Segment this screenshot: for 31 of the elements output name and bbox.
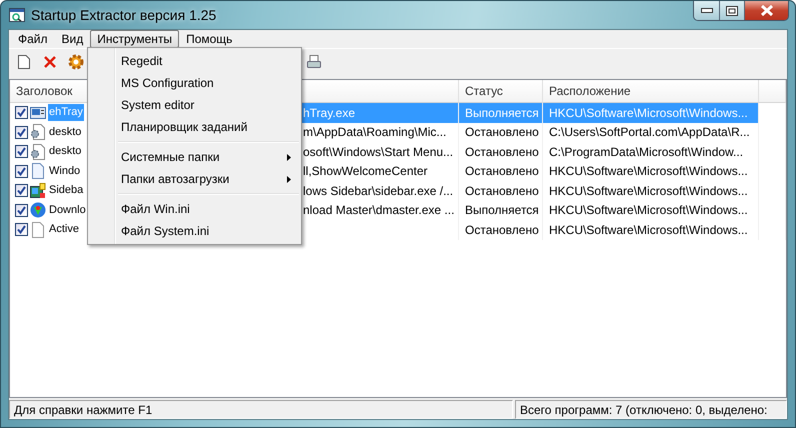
table-cell: C:\ProgramData\Microsoft\Window...: [549, 144, 744, 159]
table-cell: osoft\Windows\Start Menu...: [303, 144, 454, 159]
window-title: Startup Extractor версия 1.25: [31, 7, 218, 23]
menu-option-label: Планировщик заданий: [121, 120, 248, 134]
menu-option-label: Regedit: [121, 54, 162, 68]
menu-option-label: Файл System.ini: [121, 224, 210, 238]
table-cell: Остановлено: [465, 164, 539, 178]
table-cell: ll,ShowWelcomeCenter: [303, 164, 428, 178]
table-cell: HKCU\Software\Microsoft\Windows...: [549, 106, 748, 120]
table-cell: HKCU\Software\Microsoft\Windows...: [549, 164, 748, 178]
table-cell: m\AppData\Roaming\Mic...: [303, 125, 446, 140]
table-cell: Остановлено: [465, 125, 539, 140]
menu-option-label: Файл Win.ini: [121, 202, 190, 216]
table-cell: HKCU\Software\Microsoft\Windows...: [549, 184, 748, 198]
table-cell: C:\Users\SoftPortal.com\AppData\R...: [549, 125, 750, 140]
table-cell: HKCU\Software\Microsoft\Windows...: [549, 222, 748, 237]
table-cell: HKCU\Software\Microsoft\Windows...: [549, 203, 748, 218]
table-cell: hTray.exe: [303, 106, 356, 120]
table-cell: nload Master\dmaster.exe ...: [303, 203, 454, 218]
menu-option-label: System editor: [121, 98, 194, 112]
menu-option-label: MS Configuration: [121, 76, 214, 90]
table-cell: lows Sidebar\sidebar.exe /...: [303, 184, 454, 198]
status-text: Всего программ: 7 (отключено: 0, выделено:: [515, 400, 787, 419]
table-cell: Выполняется: [465, 203, 539, 218]
table-cell: Выполняется: [465, 106, 539, 120]
table-cell: Остановлено: [465, 144, 539, 159]
table-cell: Остановлено: [465, 184, 539, 198]
status-text: Для справки нажмите F1: [9, 400, 513, 419]
menu-option-label: Системные папки: [121, 150, 220, 164]
menu-option-label: Папки автозагрузки: [121, 172, 230, 186]
table-cell: Остановлено: [465, 222, 539, 237]
